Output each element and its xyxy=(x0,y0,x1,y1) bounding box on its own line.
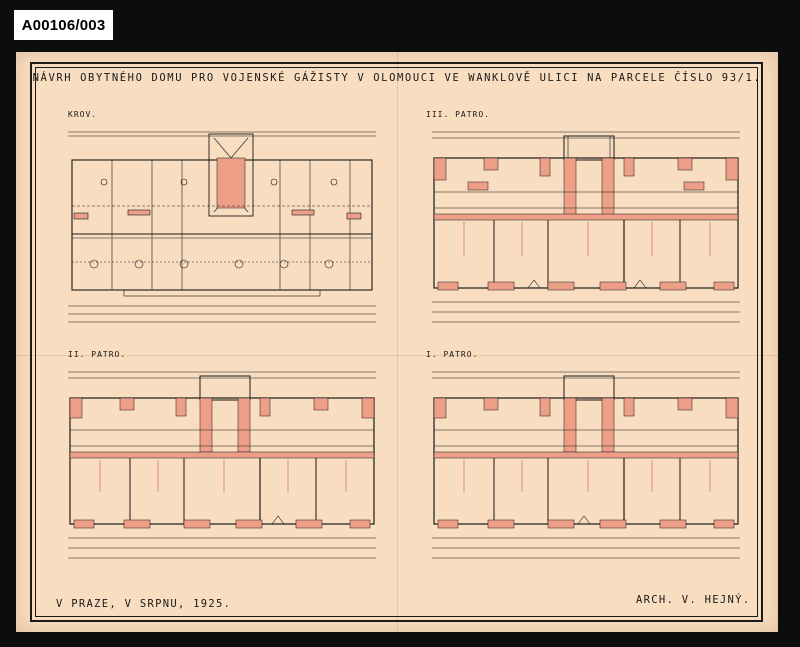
first-floor-plan-drawing xyxy=(432,371,740,559)
archive-id-label: A00106/003 xyxy=(14,10,113,40)
architect-signature: ARCH. V. HEJNÝ. xyxy=(636,594,751,606)
place-date-note: V PRAZE, V SRPNU, 1925. xyxy=(56,598,232,610)
third-floor-plan-drawing xyxy=(432,131,740,323)
plan-label-third-floor: III. PATRO. xyxy=(426,110,490,119)
plan-label-roof: KROV. xyxy=(68,110,98,119)
second-floor-plan-drawing xyxy=(68,371,376,559)
plan-label-first-floor: I. PATRO. xyxy=(426,350,479,359)
roof-plan-drawing xyxy=(68,131,376,323)
sheet-title: NÁVRH OBYTNÉHO DOMU PRO VOJENSKÉ GÁŽISTY… xyxy=(32,72,762,84)
drawing-sheet: NÁVRH OBYTNÉHO DOMU PRO VOJENSKÉ GÁŽISTY… xyxy=(16,52,778,632)
plan-label-second-floor: II. PATRO. xyxy=(68,350,127,359)
